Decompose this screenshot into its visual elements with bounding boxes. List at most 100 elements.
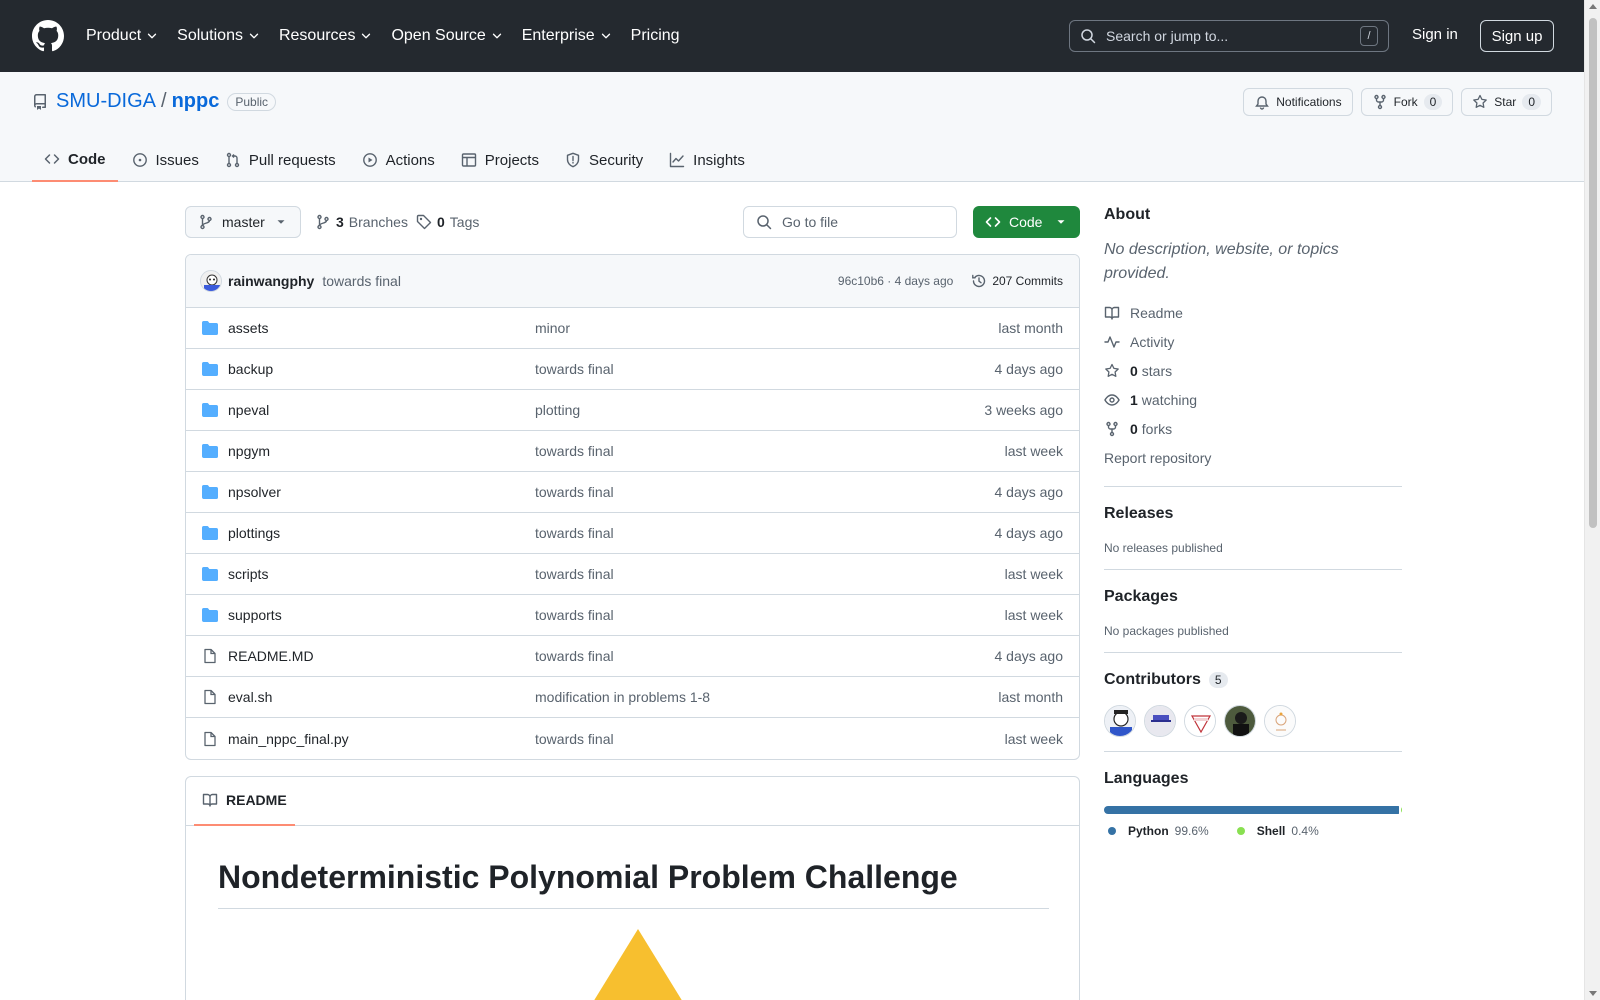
about-link-readme[interactable]: Readme [1104,298,1402,327]
tab-pull-requests[interactable]: Pull requests [213,138,348,182]
nav-item-solutions[interactable]: Solutions [177,27,261,45]
scroll-down-arrow-icon[interactable] [1589,991,1597,996]
sign-up-button[interactable]: Sign up [1480,20,1554,52]
fork-count: 0 [1423,94,1443,110]
book-icon [202,793,218,807]
about-link-stars[interactable]: 0 stars [1104,356,1402,385]
file-commit-message[interactable]: towards final [535,731,1005,747]
file-commit-message[interactable]: minor [535,320,998,336]
releases-title[interactable]: Releases [1104,505,1402,523]
file-link[interactable]: main_nppc_final.py [202,731,535,747]
avatar[interactable] [200,270,222,292]
tab-projects[interactable]: Projects [449,138,551,182]
scroll-up-arrow-icon[interactable] [1589,4,1597,9]
avatar-image [1265,706,1295,736]
file-name-label: assets [228,320,269,336]
packages-title[interactable]: Packages [1104,588,1402,606]
nav-item-product[interactable]: Product [86,27,159,45]
nav-item-resources[interactable]: Resources [279,27,373,45]
contributor-avatar[interactable] [1144,705,1176,737]
file-commit-message[interactable]: towards final [535,484,995,500]
file-commit-message[interactable]: towards final [535,607,1005,623]
language-item[interactable]: Python 99.6% [1104,824,1209,838]
file-link[interactable]: README.MD [202,648,535,664]
commits-history-link[interactable]: 207 Commits [971,273,1063,289]
file-commit-message[interactable]: towards final [535,443,1005,459]
repo-owner-link[interactable]: SMU-DIGA [56,90,156,113]
folder-link[interactable]: npgym [202,443,535,459]
folder-link[interactable]: supports [202,607,535,623]
folder-icon [202,608,218,622]
code-dropdown-button[interactable]: Code [973,206,1080,238]
sign-in-link[interactable]: Sign in [1412,26,1458,43]
folder-link[interactable]: assets [202,320,535,336]
notifications-button[interactable]: Notifications [1243,88,1353,116]
folder-link[interactable]: plottings [202,525,535,541]
branch-name: master [222,214,265,230]
branch-selector-button[interactable]: master [185,206,301,238]
tab-insights[interactable]: Insights [657,138,757,182]
commit-hash-date[interactable]: 96c10b6 · 4 days ago [838,274,953,288]
nav-item-pricing[interactable]: Pricing [631,27,680,45]
graph-icon [669,152,685,168]
language-name: Python [1128,824,1169,838]
fork-icon [1106,421,1118,436]
readme-panel: README Nondeterministic Polynomial Probl… [185,776,1080,1000]
contributor-avatar[interactable] [1224,705,1256,737]
fork-icon [1373,94,1386,110]
file-commit-message[interactable]: plotting [535,402,984,418]
folder-icon [202,526,218,540]
folder-link[interactable]: npeval [202,402,535,418]
folder-link[interactable]: backup [202,361,535,377]
scrollbar-thumb[interactable] [1589,18,1597,528]
code-icon [44,154,60,164]
commit-author-link[interactable]: rainwangphy [228,273,314,289]
commit-message-link[interactable]: towards final [322,273,401,289]
go-to-file-input[interactable]: Go to file [743,206,957,238]
folder-icon [202,403,218,417]
tab-label: Actions [385,151,435,169]
file-link[interactable]: eval.sh [202,689,535,705]
contributor-avatar[interactable] [1264,705,1296,737]
about-link-watching[interactable]: 1 watching [1104,385,1402,414]
star-button[interactable]: Star 0 [1461,88,1552,116]
file-commit-message[interactable]: towards final [535,525,995,541]
file-icon [204,689,216,705]
languages-list: Python 99.6% Shell 0.4% [1104,824,1402,838]
language-item[interactable]: Shell 0.4% [1233,824,1319,838]
folder-link[interactable]: npsolver [202,484,535,500]
about-link-forks[interactable]: 0 forks [1104,414,1402,443]
contributor-avatar[interactable] [1104,705,1136,737]
tags-link[interactable]: 0 Tags [416,214,479,230]
tab-security[interactable]: Security [553,138,655,182]
tab-issues[interactable]: Issues [120,138,211,182]
file-name-label: supports [228,607,282,623]
pull-request-icon [226,152,240,168]
nav-item-open-source[interactable]: Open Source [391,27,503,45]
file-commit-message[interactable]: modification in problems 1-8 [535,689,998,705]
tab-actions[interactable]: Actions [350,138,447,182]
github-logo-icon[interactable] [32,20,64,52]
page-scrollbar[interactable] [1584,0,1600,1000]
global-search-input[interactable]: Search or jump to... / [1069,20,1389,52]
chevron-down-icon [362,33,371,39]
readme-tab[interactable]: README [194,777,295,826]
nav-item-enterprise[interactable]: Enterprise [522,27,613,45]
contributor-avatar[interactable] [1184,705,1216,737]
report-repository-link[interactable]: Report repository [1104,443,1402,472]
contributors-title[interactable]: Contributors [1104,671,1201,689]
caret-down-icon [1057,220,1065,224]
repo-name-link[interactable]: nppc [172,90,220,113]
branches-link[interactable]: 3 Branches [315,214,408,230]
file-commit-message[interactable]: towards final [535,361,995,377]
file-icon [204,648,216,664]
fork-button[interactable]: Fork 0 [1360,88,1454,116]
folder-link[interactable]: scripts [202,566,535,582]
nav-item-label: Pricing [630,27,680,44]
tab-code[interactable]: Code [32,138,118,182]
about-link-activity[interactable]: Activity [1104,327,1402,356]
table-row: npsolver towards final 4 days ago [186,472,1079,513]
file-commit-message[interactable]: towards final [535,648,995,664]
about-link-label: Activity [1130,333,1175,350]
file-commit-message[interactable]: towards final [535,566,1005,582]
